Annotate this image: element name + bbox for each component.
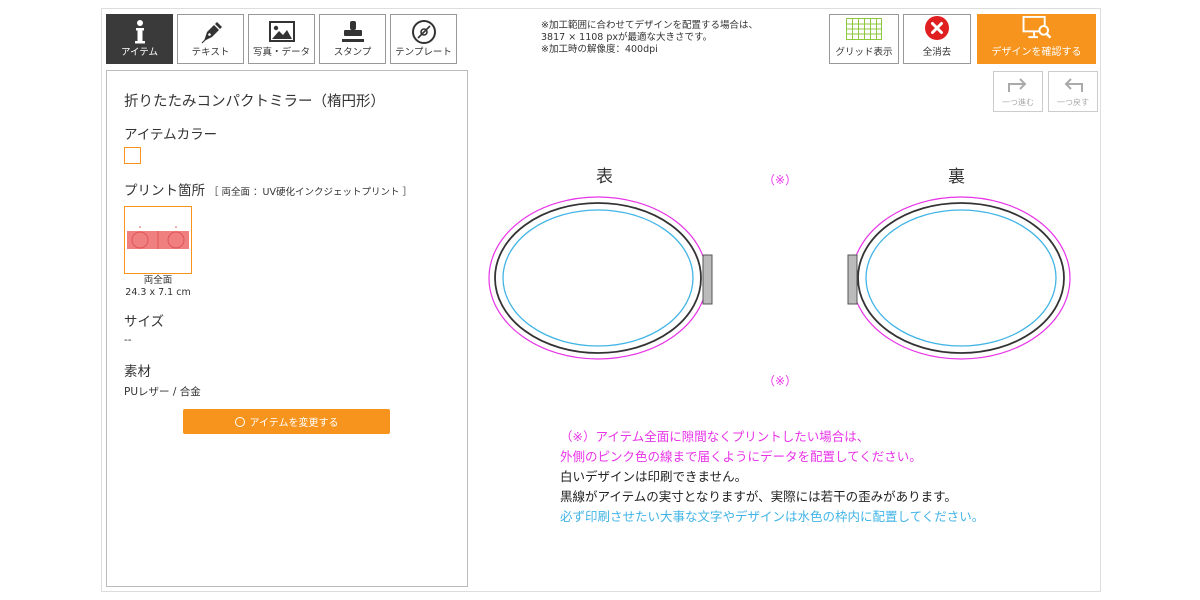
resolution-note-line: 3817 × 1108 pxが最適な大きさです。 (541, 32, 713, 43)
print-area-caption: 両全面 24.3 x 7.1 cm (124, 275, 192, 299)
circle-icon (234, 416, 245, 427)
front-hinge (702, 254, 713, 305)
front-safe-area (502, 209, 694, 347)
front-side-label: 表 (596, 167, 613, 187)
print-area-heading-text: プリント箇所 (124, 183, 205, 199)
back-outline (857, 202, 1065, 354)
note-safe-area: 必ず印刷させたい大事な文字やデザインは水色の枠内に配置してください。 (560, 509, 985, 524)
redo-icon (1008, 78, 1027, 92)
print-area-heading: プリント箇所 ［ 両全面 ：UV硬化インクジェットプリント ］ (124, 179, 412, 199)
info-icon (134, 20, 145, 44)
print-area-name: 両全面 (143, 275, 173, 286)
resolution-note-line: ※加工範囲に合わせてデザインを配置する場合は、 (541, 20, 758, 31)
image-icon (268, 21, 295, 42)
print-area-preview (127, 226, 189, 249)
design-canvas[interactable] (480, 185, 1100, 375)
monitor-search-icon (1022, 15, 1051, 39)
undo-button[interactable]: 一つ戻す (1048, 71, 1098, 112)
grid-toggle-label: グリッド表示 (835, 47, 893, 58)
tool-tabs: アイテム テキスト 写真・データ スタンプ テンプレート (106, 14, 457, 64)
undo-label: 一つ戻す (1057, 98, 1089, 107)
confirm-design-label: デザインを確認する (991, 47, 1082, 58)
tab-item[interactable]: アイテム (106, 14, 173, 64)
item-name: 折りたたみコンパクトミラー（楕円形） (124, 94, 385, 110)
print-method: ［ 両全面 ：UV硬化インクジェットプリント ］ (209, 187, 413, 198)
note-bleed-1: （※）アイテム全面に隙間なくプリントしたい場合は、 (560, 429, 870, 444)
tab-stamp[interactable]: スタンプ (319, 14, 386, 64)
back-safe-area (865, 209, 1057, 347)
grid-icon (846, 18, 882, 40)
material-value: PUレザー / 合金 (124, 386, 201, 398)
clear-all-label: 全消去 (922, 47, 952, 58)
close-circle-icon (925, 16, 949, 40)
front-bleed-guide (488, 196, 708, 360)
tab-stamp-label: スタンプ (333, 47, 372, 58)
confirm-design-button[interactable]: デザインを確認する (977, 14, 1096, 64)
resolution-note: ※加工範囲に合わせてデザインを配置する場合は、 3817 × 1108 pxが最… (541, 20, 758, 56)
resolution-note-line: ※加工時の解像度：400dpi (541, 44, 658, 55)
design-guide-notes: （※）アイテム全面に隙間なくプリントしたい場合は、 外側のピンク色の線まで届くよ… (560, 427, 984, 527)
size-value: -- (124, 334, 132, 346)
tab-photo-data-label: 写真・データ (252, 47, 310, 58)
print-area-thumbnail[interactable] (124, 206, 192, 274)
grid-toggle-button[interactable]: グリッド表示 (829, 14, 899, 64)
tab-template[interactable]: テンプレート (390, 14, 457, 64)
back-bleed-guide (851, 196, 1071, 360)
template-icon (411, 20, 436, 44)
note-white: 白いデザインは印刷できません。 (560, 469, 748, 484)
item-color-heading: アイテムカラー (124, 127, 218, 143)
front-outline (494, 202, 702, 354)
material-heading: 素材 (124, 364, 151, 380)
tab-text[interactable]: テキスト (177, 14, 244, 64)
print-area-size: 24.3 x 7.1 cm (125, 287, 191, 298)
undo-icon (1064, 78, 1083, 92)
tab-photo-data[interactable]: 写真・データ (248, 14, 315, 64)
back-hinge (847, 254, 858, 305)
tab-item-label: アイテム (120, 47, 159, 58)
pen-icon (201, 22, 222, 44)
note-actual-size: 黒線がアイテムの実寸となりますが、実際には若干の歪みがあります。 (560, 489, 957, 504)
change-item-label: アイテムを変更する (249, 418, 339, 429)
back-mirror[interactable] (847, 196, 1071, 360)
back-side-label: 裏 (948, 167, 965, 187)
change-item-button[interactable]: アイテムを変更する (183, 409, 390, 434)
stamp-icon (341, 21, 364, 42)
redo-label: 一つ進む (1002, 98, 1034, 107)
tab-template-label: テンプレート (395, 47, 452, 58)
tab-text-label: テキスト (191, 47, 230, 58)
note-bleed-2: 外側のピンク色の線まで届くようにデータを配置してください。 (560, 449, 922, 464)
item-color-swatch[interactable] (124, 147, 141, 164)
front-mirror[interactable] (488, 196, 713, 360)
size-heading: サイズ (124, 314, 165, 330)
clear-all-button[interactable]: 全消去 (903, 14, 971, 64)
redo-button[interactable]: 一つ進む (993, 71, 1043, 112)
